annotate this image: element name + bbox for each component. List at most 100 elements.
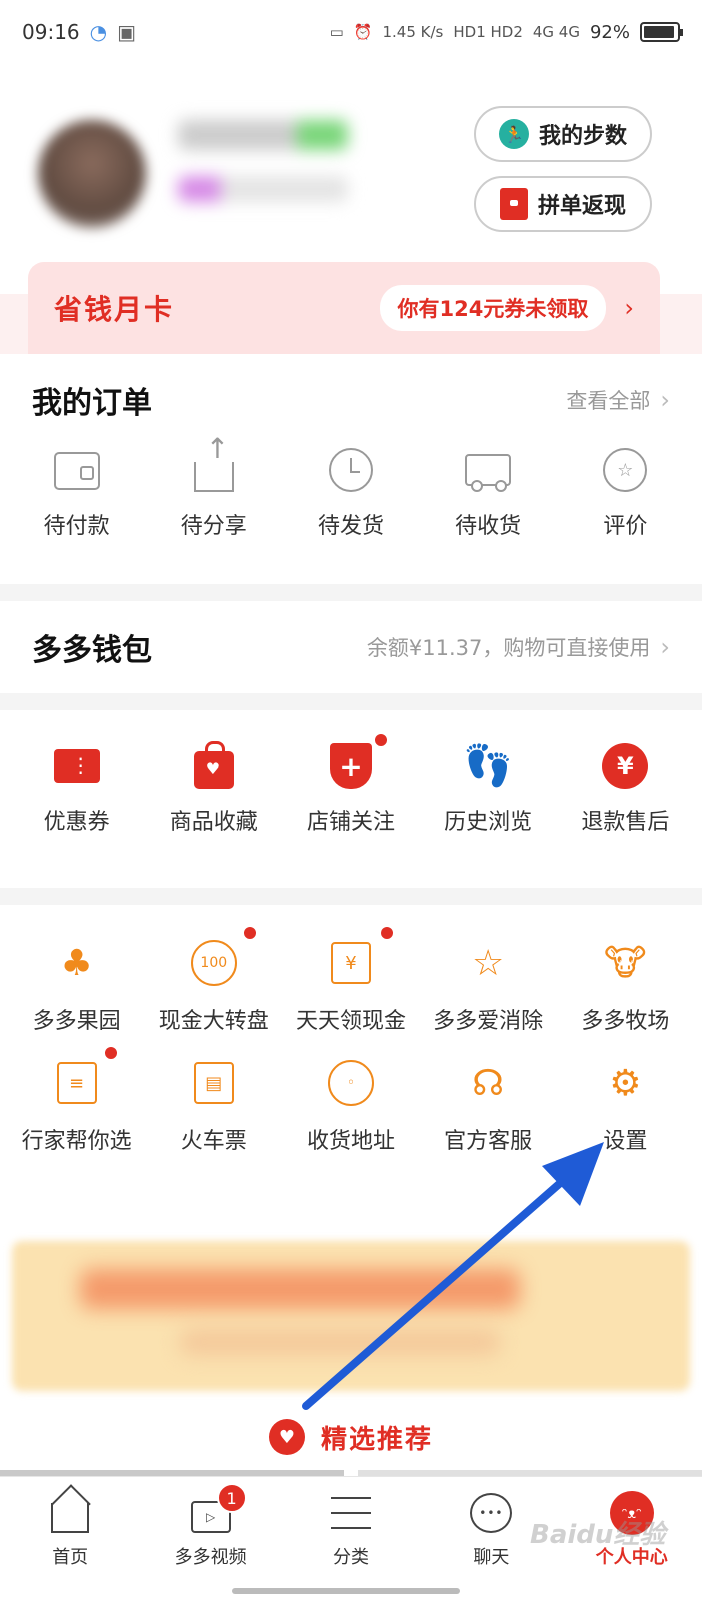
service-label: 现金大转盘	[158, 1009, 269, 1034]
wheel-icon: 100	[188, 925, 258, 989]
wallet-icon	[53, 446, 101, 494]
order-item-label: 待收货	[455, 514, 522, 539]
notification-dot	[372, 732, 389, 748]
shop-icon: +	[327, 732, 389, 790]
chat-icon: •••	[469, 1491, 513, 1535]
train-icon: ▤	[188, 1057, 240, 1109]
tool-label: 退款售后	[581, 810, 670, 835]
service-label: 天天领现金	[295, 1009, 406, 1034]
refund-entry[interactable]: ¥ 退款售后	[559, 742, 691, 836]
service-label: 火车票	[180, 1129, 247, 1154]
cash-icon-text: ¥	[330, 942, 371, 984]
coupons-entry[interactable]: 优惠券	[11, 742, 143, 836]
order-pending-share[interactable]: 待分享	[148, 432, 280, 540]
order-pending-payment[interactable]: 待付款	[11, 446, 143, 540]
chevron-right-icon: ›	[660, 386, 670, 414]
hd-indicator: HD1 HD2	[453, 23, 523, 41]
ranch-entry[interactable]: 🐮 多多牧场	[559, 937, 691, 1035]
tool-label: 店铺关注	[306, 810, 395, 835]
service-label: 官方客服	[444, 1129, 533, 1154]
tool-label: 优惠券	[43, 810, 110, 835]
home-icon	[48, 1491, 92, 1535]
orchard-entry[interactable]: ♣ 多多果园	[11, 937, 143, 1035]
my-steps-button[interactable]: 🏃 我的步数	[474, 106, 652, 162]
recommend-header: ♥ 精选推荐	[0, 1404, 702, 1470]
orders-title: 我的订单	[32, 386, 152, 421]
tool-label: 商品收藏	[169, 810, 258, 835]
coupon-icon	[53, 742, 101, 790]
history-entry[interactable]: 👣 历史浏览	[422, 742, 554, 836]
signal-indicator: 4G 4G	[532, 23, 580, 41]
cow-icon: 🐮	[604, 942, 647, 984]
coupon-reminder[interactable]: 你有124元券未领取	[379, 285, 607, 331]
tab-video[interactable]: ▷ 1 多多视频	[151, 1483, 271, 1569]
duoduo-wallet-card[interactable]: 多多钱包 余额¥11.37，购物可直接使用 ›	[0, 601, 702, 693]
headset-icon: ☊	[472, 1062, 505, 1104]
cash-wheel-entry[interactable]: 100 现金大转盘	[148, 925, 280, 1035]
expert-pick-entry[interactable]: ≡ 行家帮你选	[11, 1045, 143, 1155]
wallet-title: 多多钱包	[32, 633, 152, 668]
service-label: 行家帮你选	[21, 1129, 132, 1154]
wallet-balance: 余额¥11.37，购物可直接使用	[366, 636, 651, 660]
my-steps-label: 我的步数	[538, 124, 627, 149]
tab-home[interactable]: 首页	[10, 1491, 130, 1569]
review-icon: ☆	[601, 446, 649, 494]
order-item-label: 待发货	[317, 514, 384, 539]
tool-label: 历史浏览	[444, 810, 533, 835]
bag-icon	[190, 741, 238, 790]
month-card-title: 省钱月卡	[54, 293, 175, 326]
red-envelope-icon	[499, 188, 528, 220]
screenshot-icon: ▣	[117, 20, 136, 44]
followed-shops-entry[interactable]: + 店铺关注	[285, 732, 417, 836]
tools-card: 优惠券 商品收藏 + 店铺关注 👣 历史浏览 ¥ 退款售后	[0, 710, 702, 888]
daily-cash-entry[interactable]: ¥ 天天领现金	[285, 925, 417, 1035]
address-entry[interactable]: ◦ 收货地址	[285, 1057, 417, 1155]
notification-dot	[378, 925, 395, 941]
avatar[interactable]	[38, 120, 146, 228]
location-icon: ◦	[325, 1057, 377, 1109]
wheel-icon-text: 100	[190, 940, 237, 986]
view-all-orders-link[interactable]: 查看全部	[566, 385, 650, 415]
refund-icon: ¥	[601, 742, 649, 790]
status-time: 09:16	[22, 20, 80, 44]
star-wand-icon: ☆	[472, 942, 505, 984]
truck-icon	[464, 446, 512, 494]
promo-banner[interactable]	[0, 1229, 702, 1404]
alarm-icon: ⏰	[353, 23, 373, 41]
heart-icon: ♥	[268, 1419, 305, 1455]
customer-service-entry[interactable]: ☊ 官方客服	[422, 1057, 554, 1155]
favorites-entry[interactable]: 商品收藏	[148, 741, 280, 836]
settings-entry[interactable]: ⚙ 设置	[559, 1057, 691, 1155]
services-card: ♣ 多多果园 100 现金大转盘 ¥ 天天领现金 ☆ 多多爱消除 🐮 多多牧场	[0, 905, 702, 1229]
recommend-title: 精选推荐	[320, 1424, 433, 1455]
expert-icon: ≡	[51, 1045, 119, 1109]
train-ticket-entry[interactable]: ▤ 火车票	[148, 1057, 280, 1155]
home-indicator[interactable]	[232, 1588, 460, 1594]
tree-icon: ♣	[60, 942, 93, 984]
tab-label: 多多视频	[174, 1547, 247, 1568]
service-label: 多多爱消除	[433, 1009, 544, 1034]
group-cashback-button[interactable]: 拼单返现	[474, 176, 652, 232]
order-pending-receipt[interactable]: 待收货	[422, 446, 554, 540]
match-game-entry[interactable]: ☆ 多多爱消除	[422, 937, 554, 1035]
username-blurred	[178, 120, 348, 150]
order-review[interactable]: ☆ 评价	[559, 446, 691, 540]
battery-percent: 92%	[589, 21, 630, 43]
clock-icon	[327, 446, 375, 494]
order-pending-shipment[interactable]: 待发货	[285, 446, 417, 540]
gear-icon: ⚙	[609, 1062, 642, 1104]
status-bar: 09:16 ◔ ▣ ▭ ⏰ 1.45 K/s HD1 HD2 4G 4G 92%	[0, 0, 702, 64]
savings-month-card[interactable]: 省钱月卡 你有124元券未领取 ›	[28, 262, 660, 354]
tab-label: 分类	[332, 1547, 369, 1568]
tab-label: 首页	[52, 1547, 89, 1568]
chevron-right-icon: ›	[624, 294, 634, 322]
share-icon	[190, 432, 238, 494]
group-cashback-label: 拼单返现	[537, 194, 626, 219]
list-icon	[329, 1491, 373, 1535]
footprint-icon: 👣	[463, 743, 514, 789]
tab-category[interactable]: 分类	[291, 1491, 411, 1569]
my-orders-card: 我的订单 查看全部 › 待付款 待分享 待发货 待收货 ☆ 评价	[0, 354, 702, 584]
video-badge: 1	[216, 1483, 247, 1513]
qq-icon: ◔	[89, 20, 108, 44]
net-speed: 1.45 K/s	[382, 23, 444, 41]
